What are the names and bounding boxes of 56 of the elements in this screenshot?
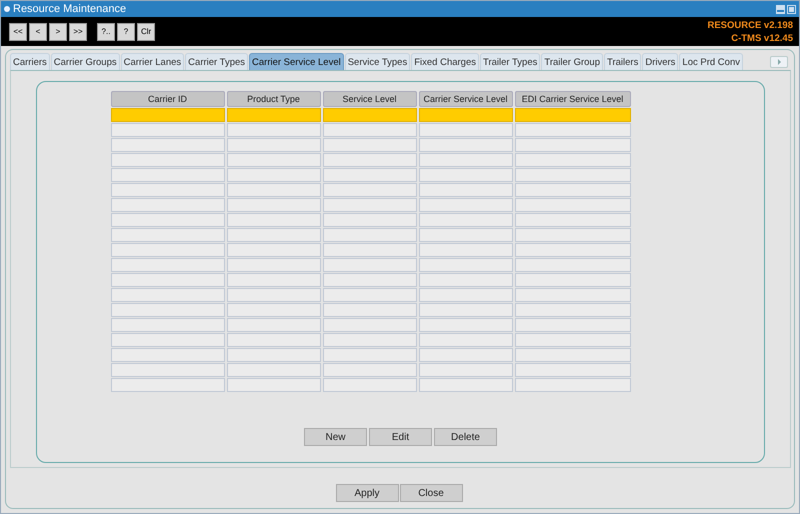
scroll-right-button[interactable]: [770, 56, 788, 68]
table-row[interactable]: [110, 318, 630, 332]
tab[interactable]: Loc Prd Conv: [679, 53, 743, 70]
minimize-icon[interactable]: [776, 4, 785, 14]
action-button[interactable]: New: [304, 428, 367, 446]
tab[interactable]: Trailer Types: [480, 53, 540, 70]
tab[interactable]: Carrier Service Level: [249, 53, 344, 70]
table-row[interactable]: [110, 378, 630, 392]
tab[interactable]: Drivers: [642, 53, 678, 70]
toolbar-button[interactable]: ?..: [97, 22, 115, 40]
right-arrow-icon: [775, 58, 783, 66]
table-row[interactable]: [110, 363, 630, 377]
column-header[interactable]: EDI Carrier Service Level: [514, 91, 630, 107]
toolbar-button[interactable]: <: [29, 22, 47, 40]
tab[interactable]: Trailer Group: [541, 53, 603, 70]
version-label: C-TMS v12.45: [731, 32, 793, 44]
table-row[interactable]: [110, 243, 630, 257]
table-row[interactable]: [110, 288, 630, 302]
table-row[interactable]: [110, 153, 630, 167]
table-row[interactable]: [110, 303, 630, 317]
maximize-icon[interactable]: [787, 4, 796, 14]
toolbar-button[interactable]: Clr: [137, 22, 156, 40]
table-row[interactable]: [110, 168, 630, 182]
table-row[interactable]: [110, 183, 630, 197]
footer-button[interactable]: Close: [400, 484, 462, 502]
footer-button[interactable]: Apply: [336, 484, 398, 502]
column-header[interactable]: Service Level: [322, 91, 416, 107]
window-title: Resource Maintenance: [13, 3, 126, 15]
table-row[interactable]: [110, 138, 630, 152]
table-row[interactable]: [110, 108, 630, 122]
table-row[interactable]: [110, 273, 630, 287]
toolbar-button[interactable]: >: [49, 22, 67, 40]
tab[interactable]: Carrier Lanes: [120, 53, 184, 70]
table-row[interactable]: [110, 213, 630, 227]
table-row[interactable]: [110, 348, 630, 362]
tab[interactable]: Service Types: [344, 53, 410, 70]
toolbar-button[interactable]: >>: [69, 22, 87, 40]
table-row[interactable]: [110, 123, 630, 137]
tab[interactable]: Carrier Types: [185, 53, 248, 70]
toolbar-button[interactable]: <<: [9, 22, 27, 40]
app-icon: [4, 6, 10, 12]
version-label: RESOURCE v2.198: [707, 18, 793, 32]
column-header[interactable]: Carrier ID: [110, 91, 224, 107]
column-header[interactable]: Product Type: [226, 91, 320, 107]
tab[interactable]: Trailers: [604, 53, 642, 70]
tab[interactable]: Carriers: [10, 53, 50, 70]
table-row[interactable]: [110, 333, 630, 347]
toolbar-button[interactable]: ?: [117, 22, 135, 40]
column-header[interactable]: Carrier Service Level: [418, 91, 512, 107]
tab[interactable]: Fixed Charges: [411, 53, 479, 70]
table-row[interactable]: [110, 198, 630, 212]
action-button[interactable]: Edit: [369, 428, 432, 446]
action-button[interactable]: Delete: [434, 428, 497, 446]
table-row[interactable]: [110, 228, 630, 242]
table-row[interactable]: [110, 258, 630, 272]
tab[interactable]: Carrier Groups: [50, 53, 120, 70]
